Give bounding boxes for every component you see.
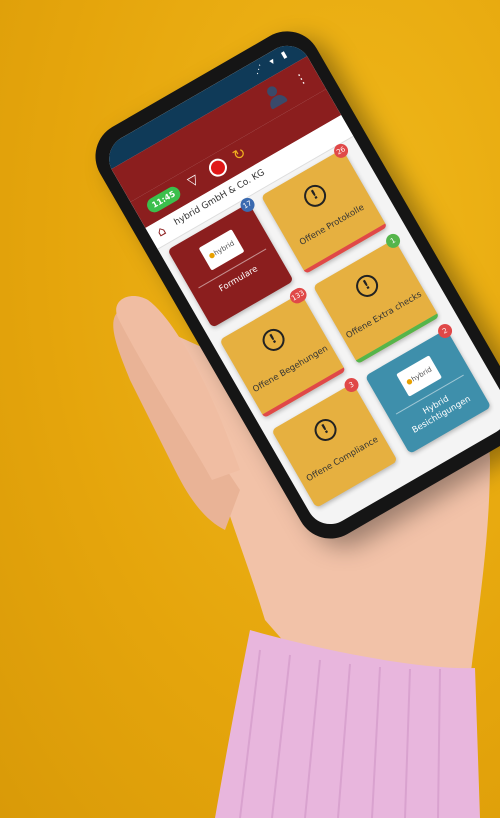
thumb-image bbox=[116, 296, 240, 480]
